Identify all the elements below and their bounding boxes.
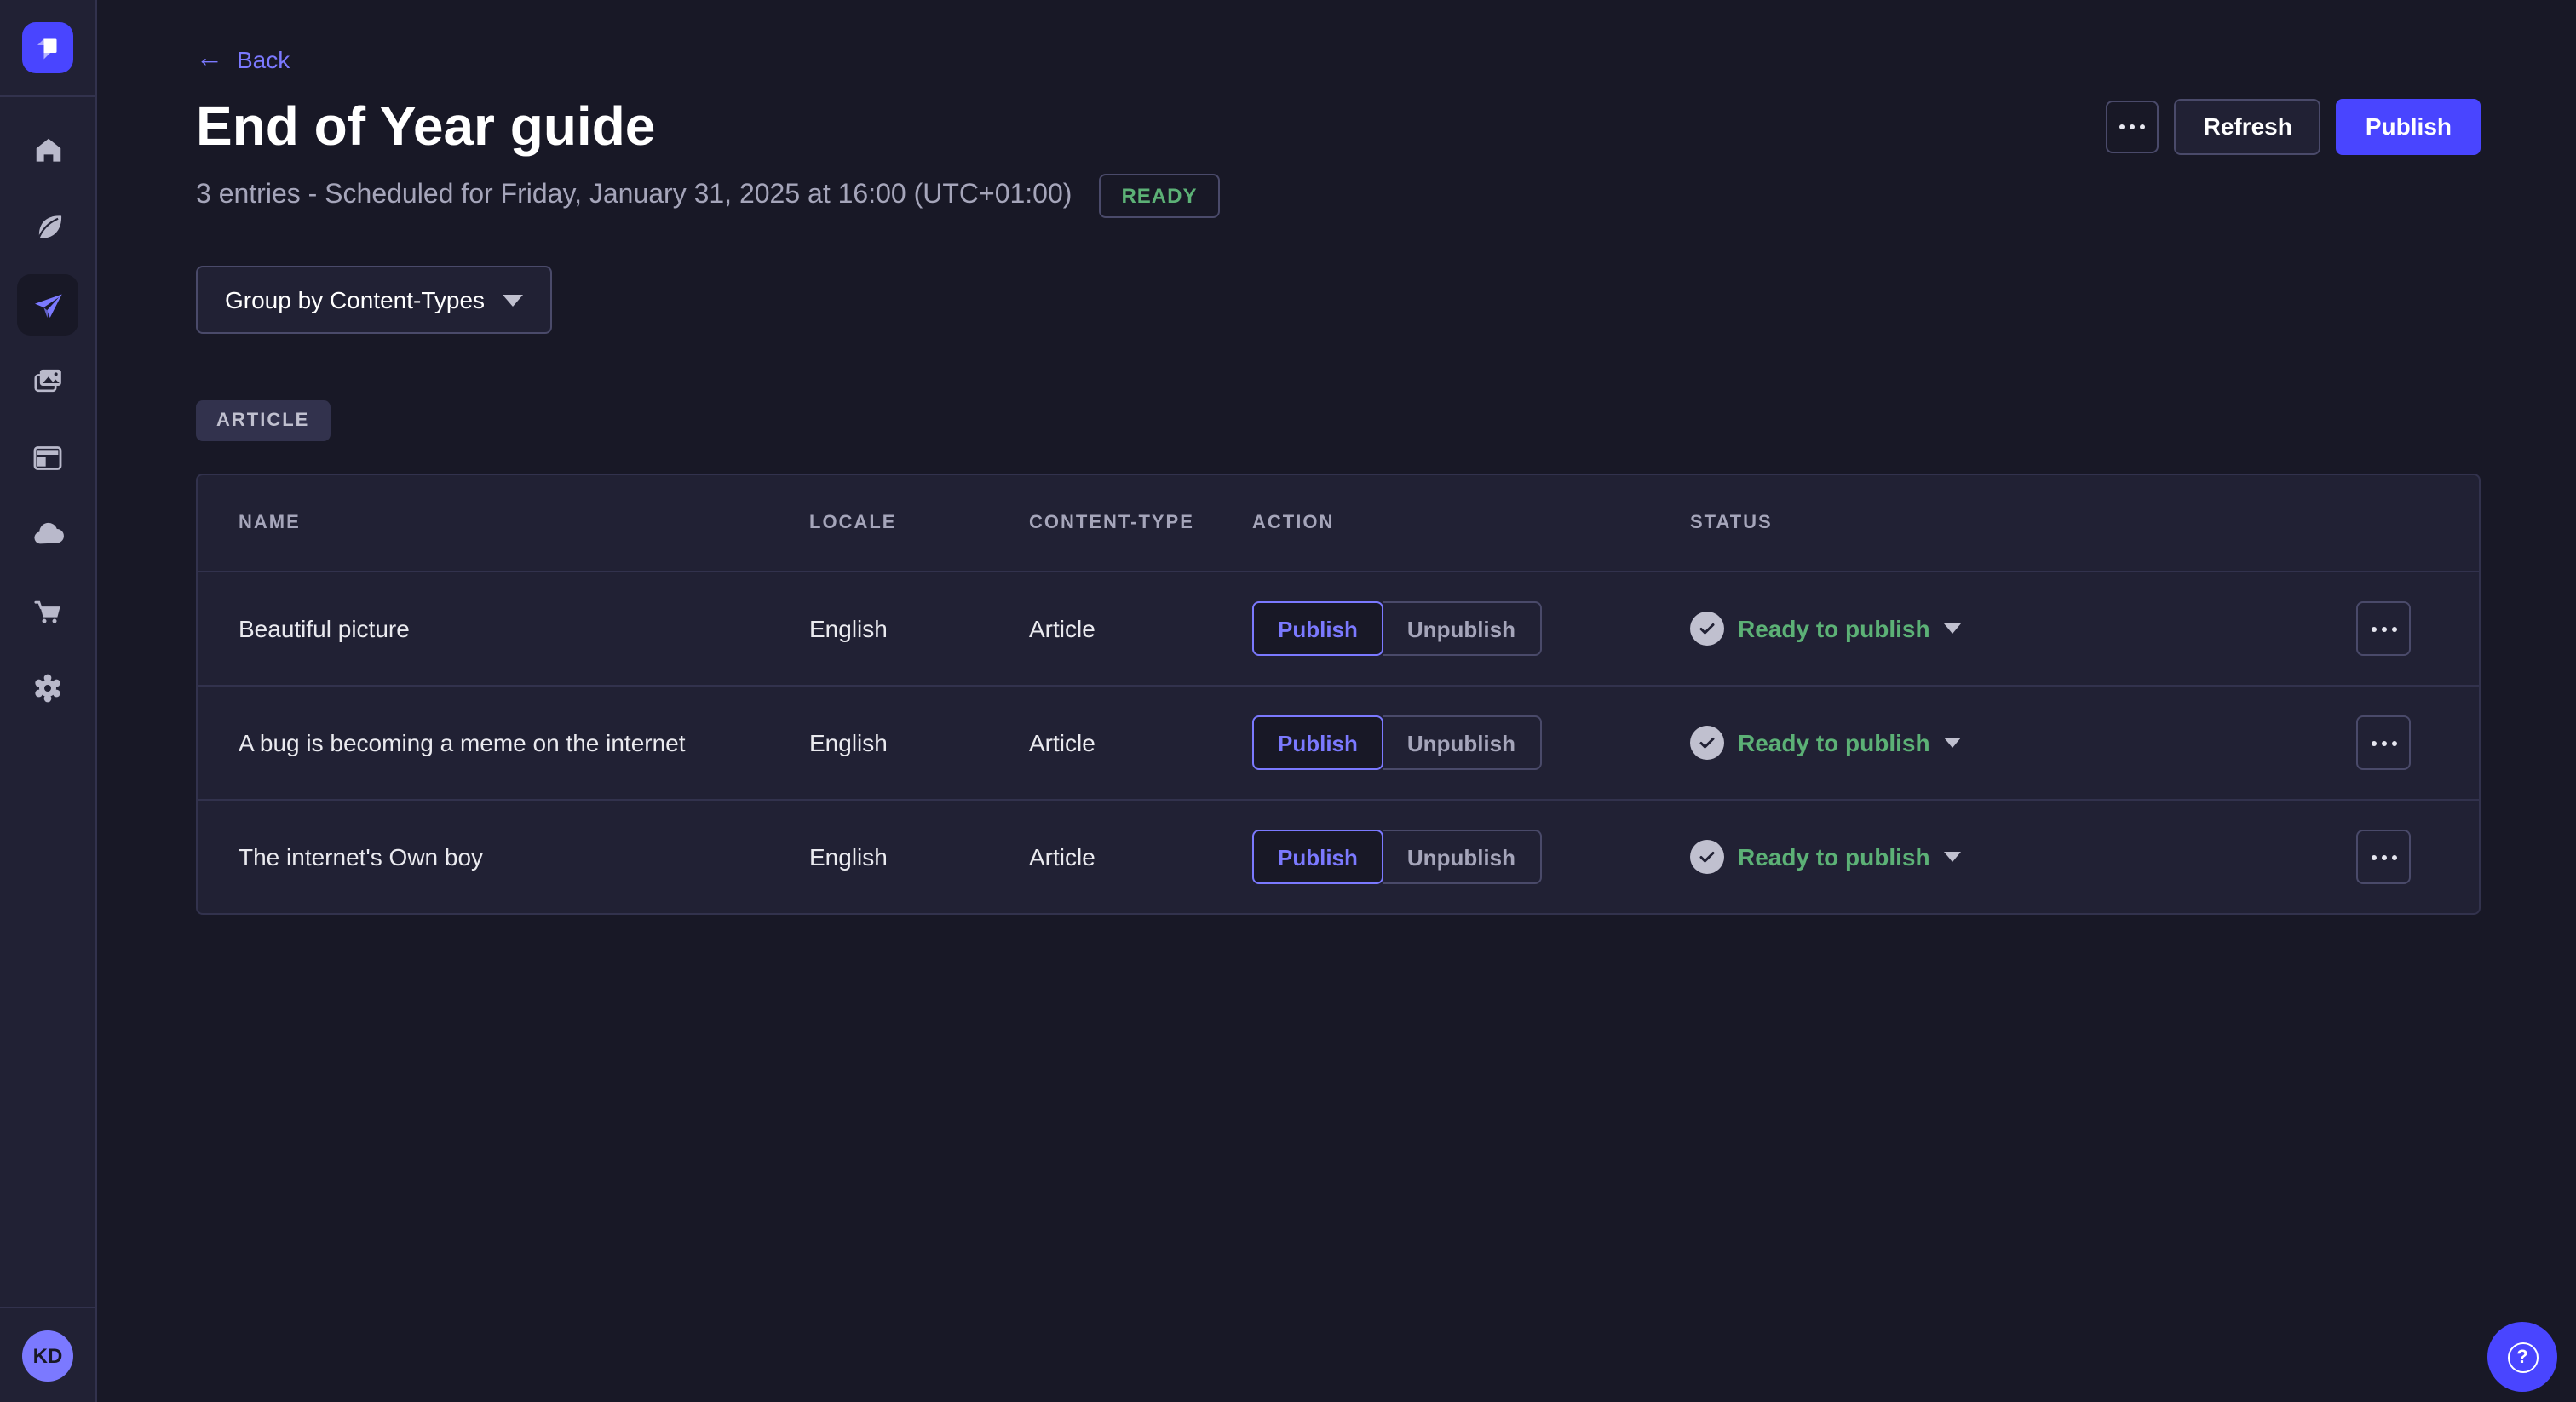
active-item-highlight (17, 273, 78, 335)
status-badge: READY (1099, 174, 1219, 218)
sidebar-item-content-manager[interactable] (0, 419, 95, 496)
more-horizontal-icon (2371, 626, 2396, 631)
back-link[interactable]: ← Back (196, 46, 290, 73)
column-header-action: ACTION (1252, 513, 1690, 533)
publish-action-button[interactable]: Publish (1252, 601, 1383, 656)
more-horizontal-icon (2120, 124, 2146, 129)
row-more-button[interactable] (2356, 715, 2411, 770)
entry-status-label: Ready to publish (1738, 615, 1930, 642)
more-actions-button[interactable] (2107, 100, 2159, 152)
sidebar-item-settings[interactable] (0, 649, 95, 726)
table-header-row: NAME LOCALE CONTENT-TYPE ACTION STATUS (198, 475, 2479, 571)
check-circle-icon (1690, 840, 1724, 874)
entry-content-type: Article (1029, 729, 1252, 756)
entries-table: NAME LOCALE CONTENT-TYPE ACTION STATUS B… (196, 474, 2481, 915)
check-circle-icon (1690, 612, 1724, 646)
entry-content-type: Article (1029, 843, 1252, 871)
column-header-status: STATUS (1690, 513, 2356, 533)
chevron-down-icon (1944, 852, 1961, 862)
row-more-button[interactable] (2356, 601, 2411, 656)
refresh-button[interactable]: Refresh (2175, 98, 2321, 154)
cart-icon (31, 594, 65, 628)
question-mark-icon: ? (2507, 1342, 2538, 1372)
table-row: The internet's Own boy English Article P… (198, 799, 2479, 913)
help-button[interactable]: ? (2487, 1322, 2557, 1392)
action-toggle: Publish Unpublish (1252, 601, 1690, 656)
entry-locale: English (809, 843, 1029, 871)
content-type-group-badge: ARTICLE (196, 400, 330, 441)
publish-action-button[interactable]: Publish (1252, 715, 1383, 770)
cloud-icon (30, 516, 66, 552)
back-label: Back (237, 46, 290, 73)
title-row: End of Year guide Refresh Publish (196, 92, 2481, 160)
unpublish-action-button[interactable]: Unpublish (1383, 830, 1541, 884)
group-by-select[interactable]: Group by Content-Types (196, 266, 552, 334)
column-header-locale: LOCALE (809, 513, 1029, 533)
column-header-name: NAME (239, 513, 809, 533)
column-header-content-type: CONTENT-TYPE (1029, 513, 1252, 533)
chevron-down-icon (503, 294, 523, 306)
page-title: End of Year guide (196, 92, 655, 160)
app-root: KD ← Back End of Year guide Refresh Publ… (0, 0, 2576, 1402)
subtitle-row: 3 entries - Scheduled for Friday, Januar… (196, 174, 2481, 218)
sidebar-item-home[interactable] (0, 112, 95, 189)
sidebar-item-cloud[interactable] (0, 496, 95, 572)
entry-name: The internet's Own boy (239, 843, 809, 871)
row-more-button[interactable] (2356, 830, 2411, 884)
chevron-down-icon (1944, 623, 1961, 634)
back-row: ← Back (196, 0, 2481, 75)
entry-name: Beautiful picture (239, 615, 809, 642)
home-icon (32, 135, 64, 167)
paper-plane-icon (31, 287, 65, 321)
chevron-down-icon (1944, 738, 1961, 748)
publish-action-button[interactable]: Publish (1252, 830, 1383, 884)
table-row: Beautiful picture English Article Publis… (198, 571, 2479, 685)
more-horizontal-icon (2371, 740, 2396, 745)
action-toggle: Publish Unpublish (1252, 715, 1690, 770)
table-row: A bug is becoming a meme on the internet… (198, 685, 2479, 799)
sidebar-nav (0, 97, 95, 726)
header-actions: Refresh Publish (2107, 98, 2481, 154)
sidebar: KD (0, 0, 97, 1402)
layout-icon (31, 440, 65, 474)
feather-icon (32, 211, 64, 244)
action-toggle: Publish Unpublish (1252, 830, 1690, 884)
entry-status-dropdown[interactable]: Ready to publish (1690, 612, 2356, 646)
release-subtitle: 3 entries - Scheduled for Friday, Januar… (196, 181, 1072, 211)
entry-status-label: Ready to publish (1738, 729, 1930, 756)
sidebar-item-content[interactable] (0, 189, 95, 266)
publish-release-button[interactable]: Publish (2337, 98, 2481, 154)
more-horizontal-icon (2371, 854, 2396, 859)
entry-status-label: Ready to publish (1738, 843, 1930, 871)
strapi-logo-icon (32, 32, 63, 63)
sidebar-item-marketplace[interactable] (0, 572, 95, 649)
entry-name: A bug is becoming a meme on the internet (239, 729, 809, 756)
sidebar-item-releases[interactable] (0, 266, 95, 342)
unpublish-action-button[interactable]: Unpublish (1383, 715, 1541, 770)
sidebar-item-media-library[interactable] (0, 342, 95, 419)
group-by-label: Group by Content-Types (225, 286, 485, 313)
entry-locale: English (809, 729, 1029, 756)
entry-status-dropdown[interactable]: Ready to publish (1690, 726, 2356, 760)
gear-icon (31, 670, 65, 704)
arrow-left-icon: ← (196, 46, 223, 73)
main-content: ← Back End of Year guide Refresh Publish… (97, 0, 2576, 1402)
user-avatar[interactable]: KD (22, 1330, 73, 1381)
entry-status-dropdown[interactable]: Ready to publish (1690, 840, 2356, 874)
strapi-logo[interactable] (22, 22, 73, 73)
sidebar-footer: KD (0, 1307, 95, 1402)
check-circle-icon (1690, 726, 1724, 760)
entry-content-type: Article (1029, 615, 1252, 642)
entry-locale: English (809, 615, 1029, 642)
images-icon (31, 364, 65, 398)
unpublish-action-button[interactable]: Unpublish (1383, 601, 1541, 656)
